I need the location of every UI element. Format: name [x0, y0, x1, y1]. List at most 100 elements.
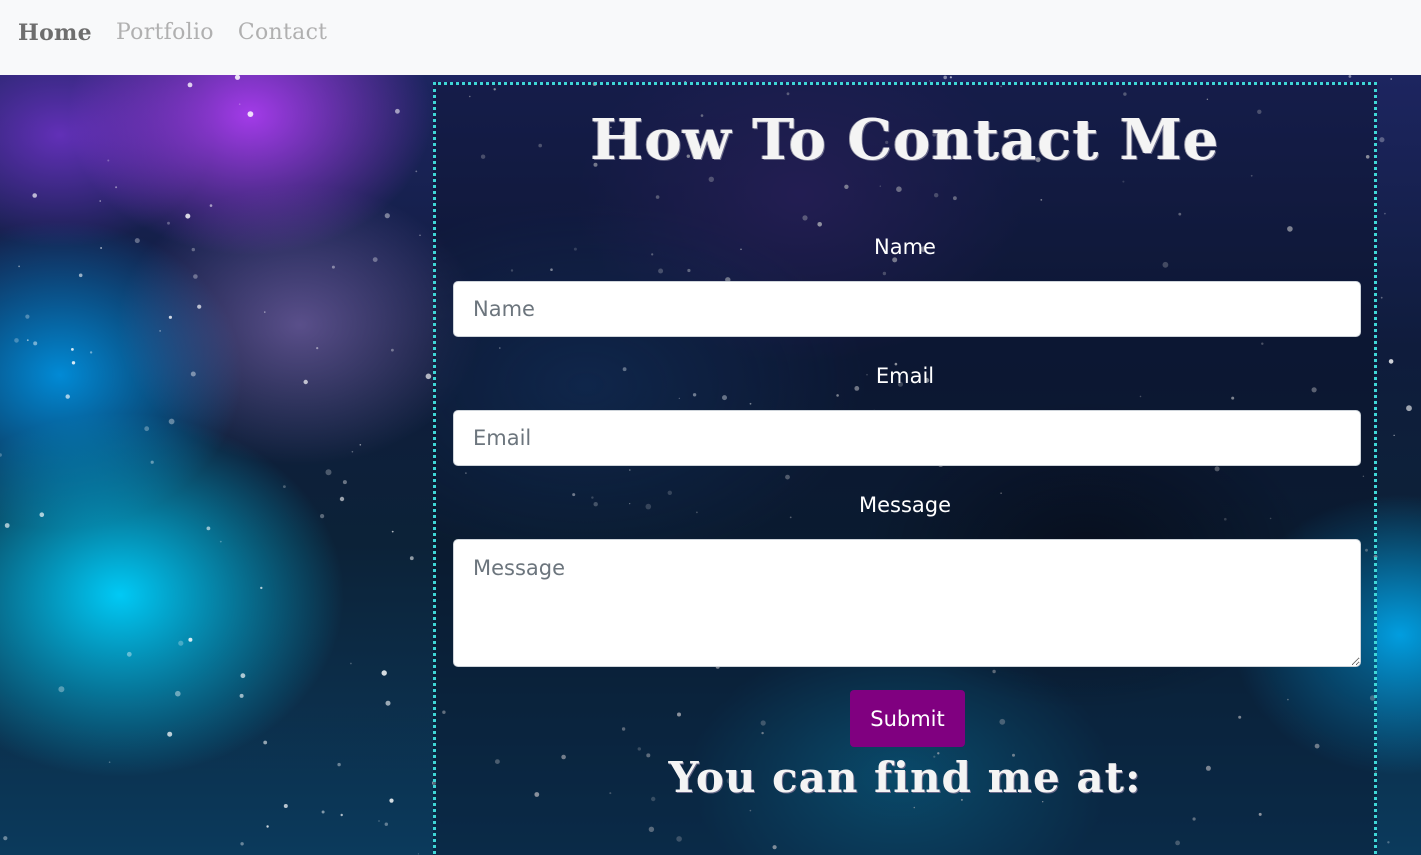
- star-speck: [395, 108, 400, 114]
- star-speck: [25, 314, 30, 319]
- star-speck: [168, 315, 172, 319]
- star-speck: [351, 450, 354, 453]
- star-speck: [1380, 296, 1383, 299]
- contact-panel: How To Contact Me Name Email Message Sub…: [433, 82, 1377, 855]
- star-speck: [283, 804, 288, 808]
- star-speck: [78, 273, 83, 278]
- star-speck: [134, 238, 140, 244]
- star-speck: [39, 512, 45, 517]
- star-speck: [187, 82, 193, 88]
- nav-home-link[interactable]: Home: [18, 20, 92, 46]
- star-speck: [425, 373, 432, 380]
- name-input[interactable]: [453, 281, 1361, 337]
- star-speck: [168, 418, 175, 425]
- star-speck: [240, 673, 246, 679]
- star-speck: [391, 348, 394, 352]
- star-speck: [175, 690, 181, 697]
- star-speck: [331, 265, 335, 269]
- star-speck: [99, 200, 101, 202]
- star-speck: [415, 170, 418, 173]
- star-speck: [115, 186, 118, 189]
- star-speck: [100, 247, 103, 249]
- star-speck: [159, 330, 161, 332]
- star-speck: [14, 338, 19, 343]
- star-speck: [339, 496, 345, 502]
- star-speck: [65, 394, 70, 399]
- star-speck: [260, 586, 263, 590]
- star-speck: [384, 822, 388, 826]
- star-speck: [303, 379, 308, 385]
- star-speck: [381, 670, 387, 676]
- star-speck: [385, 700, 391, 706]
- star-speck: [167, 731, 173, 737]
- message-textarea[interactable]: [453, 539, 1361, 667]
- star-speck: [32, 193, 37, 198]
- nav-contact-link[interactable]: Contact: [238, 20, 327, 45]
- star-speck: [150, 460, 154, 464]
- star-speck: [4, 523, 10, 528]
- star-speck: [234, 75, 241, 80]
- star-speck: [350, 662, 352, 665]
- message-label: Message: [858, 493, 952, 517]
- star-speck: [167, 221, 170, 225]
- star-speck: [316, 347, 319, 350]
- star-speck: [178, 640, 184, 646]
- star-speck: [320, 514, 325, 519]
- star-speck: [325, 469, 332, 476]
- star-speck: [337, 762, 341, 767]
- star-speck: [1384, 212, 1386, 215]
- star-speck: [943, 75, 947, 80]
- star-speck: [197, 304, 202, 309]
- star-speck: [3, 836, 8, 841]
- star-speck: [206, 526, 211, 531]
- email-input[interactable]: [453, 410, 1361, 466]
- star-speck: [71, 361, 76, 365]
- star-speck: [1390, 78, 1392, 80]
- star-speck: [372, 257, 378, 262]
- star-speck: [949, 76, 953, 79]
- star-speck: [33, 341, 38, 346]
- star-speck: [26, 339, 29, 342]
- submit-button[interactable]: Submit: [850, 690, 965, 747]
- star-speck: [71, 348, 74, 351]
- star-speck: [239, 693, 244, 698]
- email-label: Email: [875, 364, 935, 388]
- star-speck: [240, 842, 244, 846]
- star-speck: [384, 213, 390, 219]
- star-speck: [263, 740, 268, 745]
- star-speck: [391, 530, 394, 533]
- star-speck: [0, 453, 2, 457]
- star-speck: [107, 159, 110, 162]
- star-speck: [1348, 75, 1352, 78]
- star-speck: [58, 686, 65, 693]
- star-speck: [342, 480, 347, 485]
- navbar: Home Portfolio Contact: [0, 0, 1421, 75]
- star-speck: [209, 204, 213, 207]
- star-speck: [321, 810, 325, 814]
- star-speck: [378, 820, 380, 822]
- star-speck: [1406, 405, 1412, 412]
- star-speck: [190, 371, 196, 377]
- star-speck: [108, 761, 111, 763]
- star-speck: [417, 853, 419, 855]
- nav-portfolio-link[interactable]: Portfolio: [116, 20, 214, 45]
- star-speck: [1379, 137, 1385, 143]
- star-speck: [266, 825, 269, 828]
- star-speck: [1387, 841, 1390, 844]
- star-speck: [219, 540, 222, 543]
- star-speck: [419, 234, 421, 236]
- star-speck: [264, 311, 266, 313]
- star-speck: [18, 265, 20, 268]
- star-speck: [1388, 359, 1394, 364]
- star-speck: [89, 351, 93, 354]
- find-me-heading: You can find me at:: [668, 753, 1142, 802]
- star-speck: [188, 637, 193, 642]
- star-speck: [359, 444, 362, 446]
- name-label: Name: [874, 235, 936, 259]
- star-speck: [340, 813, 343, 817]
- page-title: How To Contact Me: [590, 107, 1220, 173]
- star-speck: [191, 247, 195, 252]
- star-speck: [409, 556, 414, 561]
- star-speck: [247, 111, 254, 117]
- star-speck: [238, 103, 241, 105]
